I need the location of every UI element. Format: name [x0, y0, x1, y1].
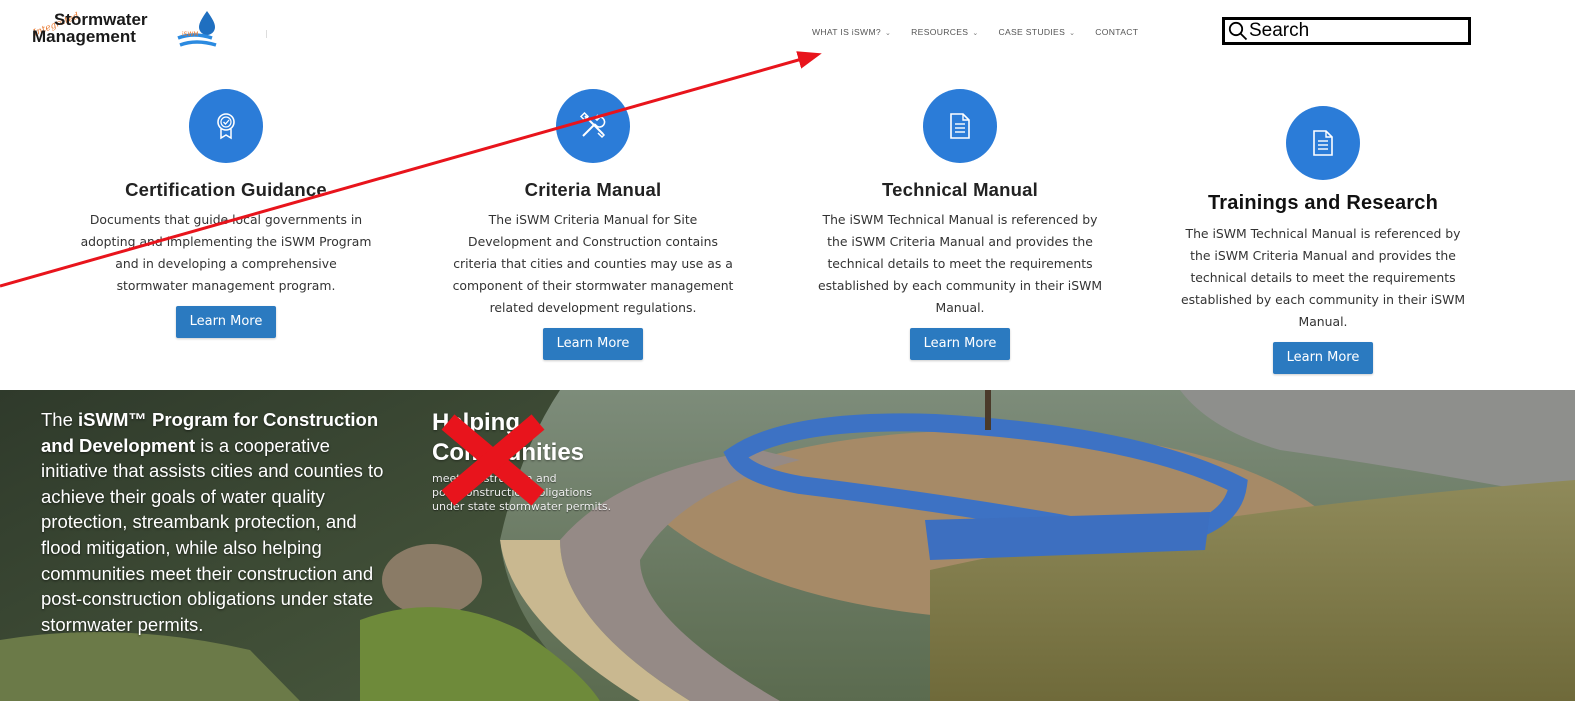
card-title: Trainings and Research	[1207, 192, 1439, 214]
document-icon	[923, 89, 997, 163]
search-icon[interactable]	[1228, 21, 1248, 41]
card-trainings-and-research: Trainings and Research The iSWM Technica…	[1173, 106, 1473, 374]
card-title: Certification Guidance	[125, 179, 327, 200]
search-placeholder: Search	[1249, 20, 1310, 41]
description-line: the iSWM Criteria Manual and provides th…	[1190, 248, 1456, 263]
nav-label: RESOURCES	[911, 27, 969, 37]
card-description: Documents that guide local governments i…	[76, 209, 376, 297]
crossed-out-heading: Helping Communities	[432, 408, 584, 468]
svg-text:iSWM: iSWM	[182, 31, 199, 38]
description-line: Manual.	[935, 300, 985, 315]
hero-text-part: is a cooperative initiative that assists…	[41, 434, 384, 635]
document-icon	[1286, 106, 1360, 180]
card-description: The iSWM Technical Manual is referenced …	[1173, 223, 1473, 333]
heading-line: Communities	[432, 439, 585, 466]
crossed-out-body: meet construction and post-construction …	[432, 472, 611, 514]
description-line: The iSWM Technical Manual is referenced …	[1185, 226, 1461, 241]
description-line: Development and Construction contains	[468, 234, 718, 249]
card-technical-manual: Technical Manual The iSWM Technical Manu…	[810, 89, 1110, 360]
logo-line-2: Management	[32, 27, 136, 46]
award-ribbon-icon	[189, 89, 263, 163]
body-line: under state stormwater permits.	[432, 500, 612, 513]
description-line: The iSWM Technical Manual is referenced …	[822, 212, 1098, 227]
heading-line: Helping	[432, 409, 520, 436]
site-logo[interactable]: Integrated Stormwater Management iSWM	[32, 8, 232, 52]
description-line: technical details to meet the requiremen…	[1190, 270, 1456, 285]
description-line: established by each community in their i…	[1180, 292, 1466, 307]
nav-what-is-iswm[interactable]: WHAT IS iSWM? ⌄	[812, 27, 891, 37]
search-input[interactable]: Search	[1222, 17, 1471, 45]
learn-more-button[interactable]: Learn More	[1272, 342, 1374, 374]
header-divider	[266, 30, 267, 38]
card-criteria-manual: Criteria Manual The iSWM Criteria Manual…	[443, 89, 743, 360]
nav-label: CONTACT	[1095, 27, 1139, 37]
card-title: Technical Manual	[881, 179, 1039, 200]
chevron-down-icon: ⌄	[1069, 30, 1076, 37]
card-title: Criteria Manual	[524, 179, 662, 200]
body-line: post-construction obligations	[432, 486, 592, 499]
description-line: component of their stormwater management	[452, 278, 734, 293]
body-line: meet construction and	[432, 472, 557, 485]
nav-resources[interactable]: RESOURCES ⌄	[911, 27, 978, 37]
hero-text-part: The	[41, 409, 79, 430]
chevron-down-icon: ⌄	[885, 30, 892, 37]
nav-case-studies[interactable]: CASE STUDIES ⌄	[998, 27, 1075, 37]
learn-more-button[interactable]: Learn More	[175, 306, 277, 338]
description-line: criteria that cities and counties may us…	[453, 256, 733, 271]
main-nav: WHAT IS iSWM? ⌄ RESOURCES ⌄ CASE STUDIES ⌄ …	[812, 27, 1158, 37]
tools-icon	[556, 89, 630, 163]
description-line: related development regulations.	[489, 300, 697, 315]
description-line: and in developing a comprehensive	[115, 256, 337, 271]
description-line: established by each community in their i…	[817, 278, 1103, 293]
water-drop-logo-icon: iSWM	[177, 11, 217, 47]
card-description: The iSWM Criteria Manual for Site Develo…	[443, 209, 743, 319]
hero-description: The iSWM™ Program for Construction and D…	[41, 407, 391, 637]
card-description: The iSWM Technical Manual is referenced …	[810, 209, 1110, 319]
nav-contact[interactable]: CONTACT	[1095, 27, 1138, 37]
description-line: the iSWM Criteria Manual and provides th…	[827, 234, 1093, 249]
nav-label: CASE STUDIES	[998, 27, 1066, 37]
description-line: The iSWM Criteria Manual for Site	[488, 212, 698, 227]
description-line: Manual.	[1298, 314, 1348, 329]
learn-more-button[interactable]: Learn More	[542, 328, 644, 360]
chevron-down-icon: ⌄	[972, 30, 979, 37]
description-line: technical details to meet the requiremen…	[827, 256, 1093, 271]
description-line: stormwater management program.	[116, 278, 336, 293]
card-certification-guidance: Certification Guidance Documents that gu…	[76, 89, 376, 338]
hero-banner: The iSWM™ Program for Construction and D…	[0, 390, 1575, 701]
learn-more-button[interactable]: Learn More	[909, 328, 1011, 360]
nav-label: WHAT IS iSWM?	[812, 27, 881, 37]
description-line: adopting and implementing the iSWM Progr…	[80, 234, 372, 249]
description-line: Documents that guide local governments i…	[89, 212, 363, 227]
